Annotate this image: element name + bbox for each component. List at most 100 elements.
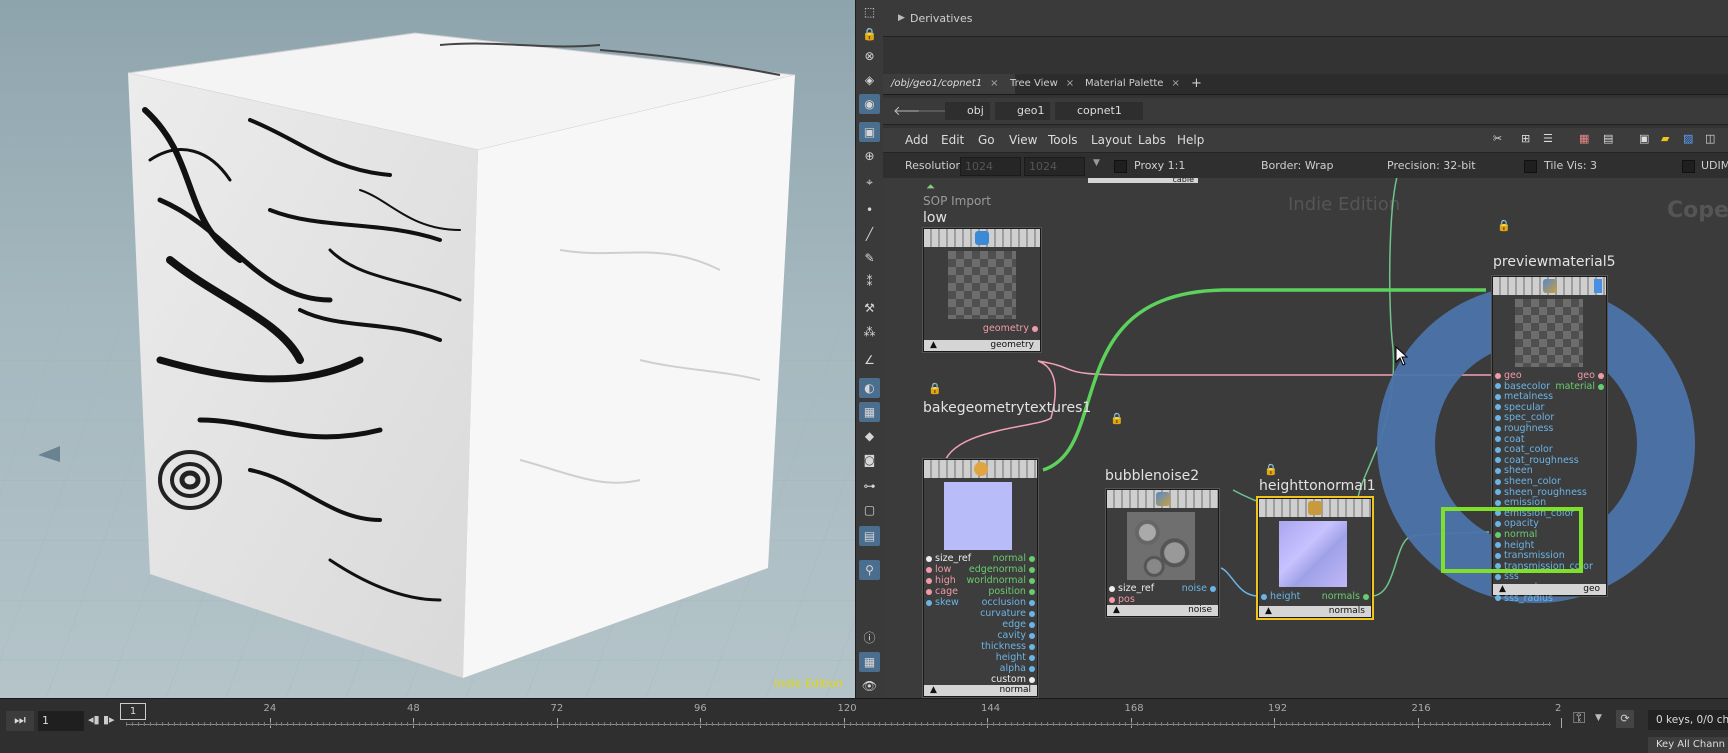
node-name-bake[interactable]: bakegeometrytextures1 — [923, 400, 1091, 416]
layout-icon[interactable]: ▦ — [859, 652, 880, 672]
output-port-alpha[interactable]: alpha — [1000, 663, 1035, 674]
measure-icon[interactable]: ⁑ — [859, 272, 880, 292]
derivatives-label[interactable]: Derivatives — [910, 12, 972, 25]
chevron-down-icon[interactable]: ▼ — [1595, 713, 1602, 723]
pin-icon[interactable]: ⚲ — [859, 560, 880, 580]
input-port-size-ref[interactable]: size_ref — [1109, 583, 1154, 594]
lock-icon[interactable]: 🔒 — [928, 382, 942, 395]
input-port-geo[interactable]: geo — [1495, 370, 1522, 381]
step-back-icon[interactable]: ◂▮ — [88, 713, 100, 726]
list-icon[interactable]: ☰ — [1543, 132, 1553, 145]
input-port-coat-color[interactable]: coat_color — [1495, 444, 1553, 455]
output-port-material[interactable]: material — [1555, 381, 1604, 392]
precision-label[interactable]: Precision: 32-bit — [1387, 153, 1476, 178]
input-port-sss[interactable]: sss — [1495, 571, 1519, 582]
border-label[interactable]: Border: Wrap — [1261, 153, 1334, 178]
input-port-coat-roughness[interactable]: coat_roughness — [1495, 455, 1579, 466]
vertex-icon[interactable]: ⁂ — [859, 322, 880, 342]
menu-add[interactable]: Add — [905, 128, 928, 152]
node-header[interactable] — [1259, 499, 1371, 517]
input-port-coat[interactable]: coat — [1495, 434, 1525, 445]
output-port-edgenormal[interactable]: edgenormal — [969, 564, 1035, 575]
texture-icon[interactable]: ▦ — [859, 402, 880, 422]
udim-checkbox[interactable] — [1682, 160, 1695, 173]
tab-material-palette[interactable]: Material Palette × — [1077, 74, 1197, 94]
input-port-roughness[interactable]: roughness — [1495, 423, 1553, 434]
input-port-low[interactable]: low — [926, 564, 951, 575]
angle-icon[interactable]: ∠ — [859, 350, 880, 370]
menu-layout[interactable]: Layout — [1091, 128, 1132, 152]
add-tab-icon[interactable]: + — [1183, 74, 1210, 94]
node-footer[interactable]: ▲ normals — [1259, 606, 1371, 617]
breadcrumb-obj[interactable]: obj — [945, 102, 990, 120]
resolution-x-field[interactable]: 1024 — [960, 157, 1021, 176]
input-port-pos[interactable]: pos — [1109, 594, 1135, 605]
breadcrumb-copnet1[interactable]: copnet1 — [1055, 102, 1143, 120]
input-port-metalness[interactable]: metalness — [1495, 391, 1553, 402]
node-name-previewmaterial[interactable]: previewmaterial5 — [1493, 254, 1616, 270]
output-port-cavity[interactable]: cavity — [997, 630, 1035, 641]
input-port-spec-color[interactable]: spec_color — [1495, 412, 1554, 423]
output-port-curvature[interactable]: curvature — [980, 608, 1035, 619]
node-bakegeometrytextures1[interactable]: size_ref low high cage skew normal edgen… — [923, 459, 1038, 697]
key-all-channels-button[interactable]: Key All Chann — [1648, 737, 1728, 753]
output-port-worldnormal[interactable]: worldnormal — [967, 575, 1035, 586]
output-port-height[interactable]: height — [996, 652, 1035, 663]
breadcrumb-geo1[interactable]: geo1 — [995, 102, 1051, 120]
node-header[interactable] — [924, 460, 1037, 478]
tab-copnet1[interactable]: /obj/geo1/copnet1 × — [883, 74, 1015, 94]
resolution-y-field[interactable]: 1024 — [1024, 157, 1085, 176]
node-name-bubblenoise[interactable]: bubblenoise2 — [1105, 468, 1199, 484]
display-icon[interactable]: ⊗ — [859, 46, 880, 66]
current-frame-field[interactable]: 1 — [38, 711, 84, 731]
brush-icon[interactable]: ✎ — [859, 248, 880, 268]
jump-end-icon[interactable]: ⏭ — [6, 711, 34, 731]
background-image-icon[interactable]: ▨ — [1683, 132, 1693, 145]
close-icon[interactable]: × — [1171, 78, 1179, 89]
input-port-basecolor[interactable]: basecolor — [1495, 381, 1550, 392]
proxy-checkbox[interactable] — [1114, 160, 1127, 173]
select-tool-icon[interactable]: ⬚ — [859, 2, 880, 22]
edge-icon[interactable]: ╱ — [859, 224, 880, 244]
expand-arrow-icon[interactable]: ▶ — [898, 13, 905, 23]
output-port-geometry[interactable]: geometry — [983, 323, 1038, 334]
network-editor[interactable]: Indie Edition Copern cable SOP Import ⏶ … — [883, 178, 1728, 698]
input-port-sheen-roughness[interactable]: sheen_roughness — [1495, 487, 1587, 498]
tree-icon[interactable]: ⊞ — [1521, 132, 1530, 145]
close-icon[interactable]: × — [1066, 78, 1074, 89]
node-header[interactable] — [924, 229, 1040, 247]
light-icon[interactable]: ◉ — [859, 94, 880, 114]
node-footer[interactable]: ▲ geometry — [924, 340, 1040, 351]
background-icon[interactable]: ▤ — [859, 526, 880, 546]
output-port-normals[interactable]: normals — [1322, 591, 1369, 602]
lock-icon[interactable]: 🔒 — [859, 24, 880, 44]
node-footer[interactable]: ▲ noise — [1107, 605, 1218, 616]
menu-edit[interactable]: Edit — [941, 128, 964, 152]
grid-icon[interactable]: ▦ — [1579, 132, 1589, 145]
input-port-sheen[interactable]: sheen — [1495, 465, 1533, 476]
camera-icon[interactable]: ▣ — [859, 122, 880, 142]
visibility-icon[interactable]: 👁 — [859, 676, 880, 696]
node-header[interactable] — [1107, 490, 1218, 508]
tilevis-checkbox[interactable] — [1524, 160, 1537, 173]
menu-help[interactable]: Help — [1177, 128, 1204, 152]
shading-icon[interactable]: ◐ — [859, 378, 880, 398]
close-icon[interactable]: × — [990, 78, 998, 89]
node-header[interactable] — [1493, 277, 1606, 295]
node-name-low[interactable]: low — [923, 210, 947, 226]
node-footer[interactable]: ▲ normal — [924, 685, 1037, 696]
snap-icon[interactable]: ⌖ — [859, 172, 880, 192]
menu-tools[interactable]: Tools — [1048, 128, 1078, 152]
output-port-edge[interactable]: edge — [1002, 619, 1035, 630]
node-footer[interactable]: ▲ geo — [1493, 584, 1606, 595]
table-icon[interactable]: ▤ — [1603, 132, 1613, 145]
pivot-icon[interactable]: ⊶ — [859, 476, 880, 496]
paint-icon[interactable]: ⚒ — [859, 298, 880, 318]
tools-icon[interactable]: ✂ — [1493, 132, 1502, 145]
3d-viewport[interactable]: Indie Edition — [0, 0, 855, 698]
output-port-custom[interactable]: custom — [991, 674, 1035, 685]
ghost-icon[interactable]: ◙ — [859, 450, 880, 470]
pose-icon[interactable]: ◈ — [859, 70, 880, 90]
image-icon[interactable]: ▣ — [1639, 132, 1649, 145]
node-low[interactable]: geometry ▲ geometry — [923, 228, 1041, 352]
